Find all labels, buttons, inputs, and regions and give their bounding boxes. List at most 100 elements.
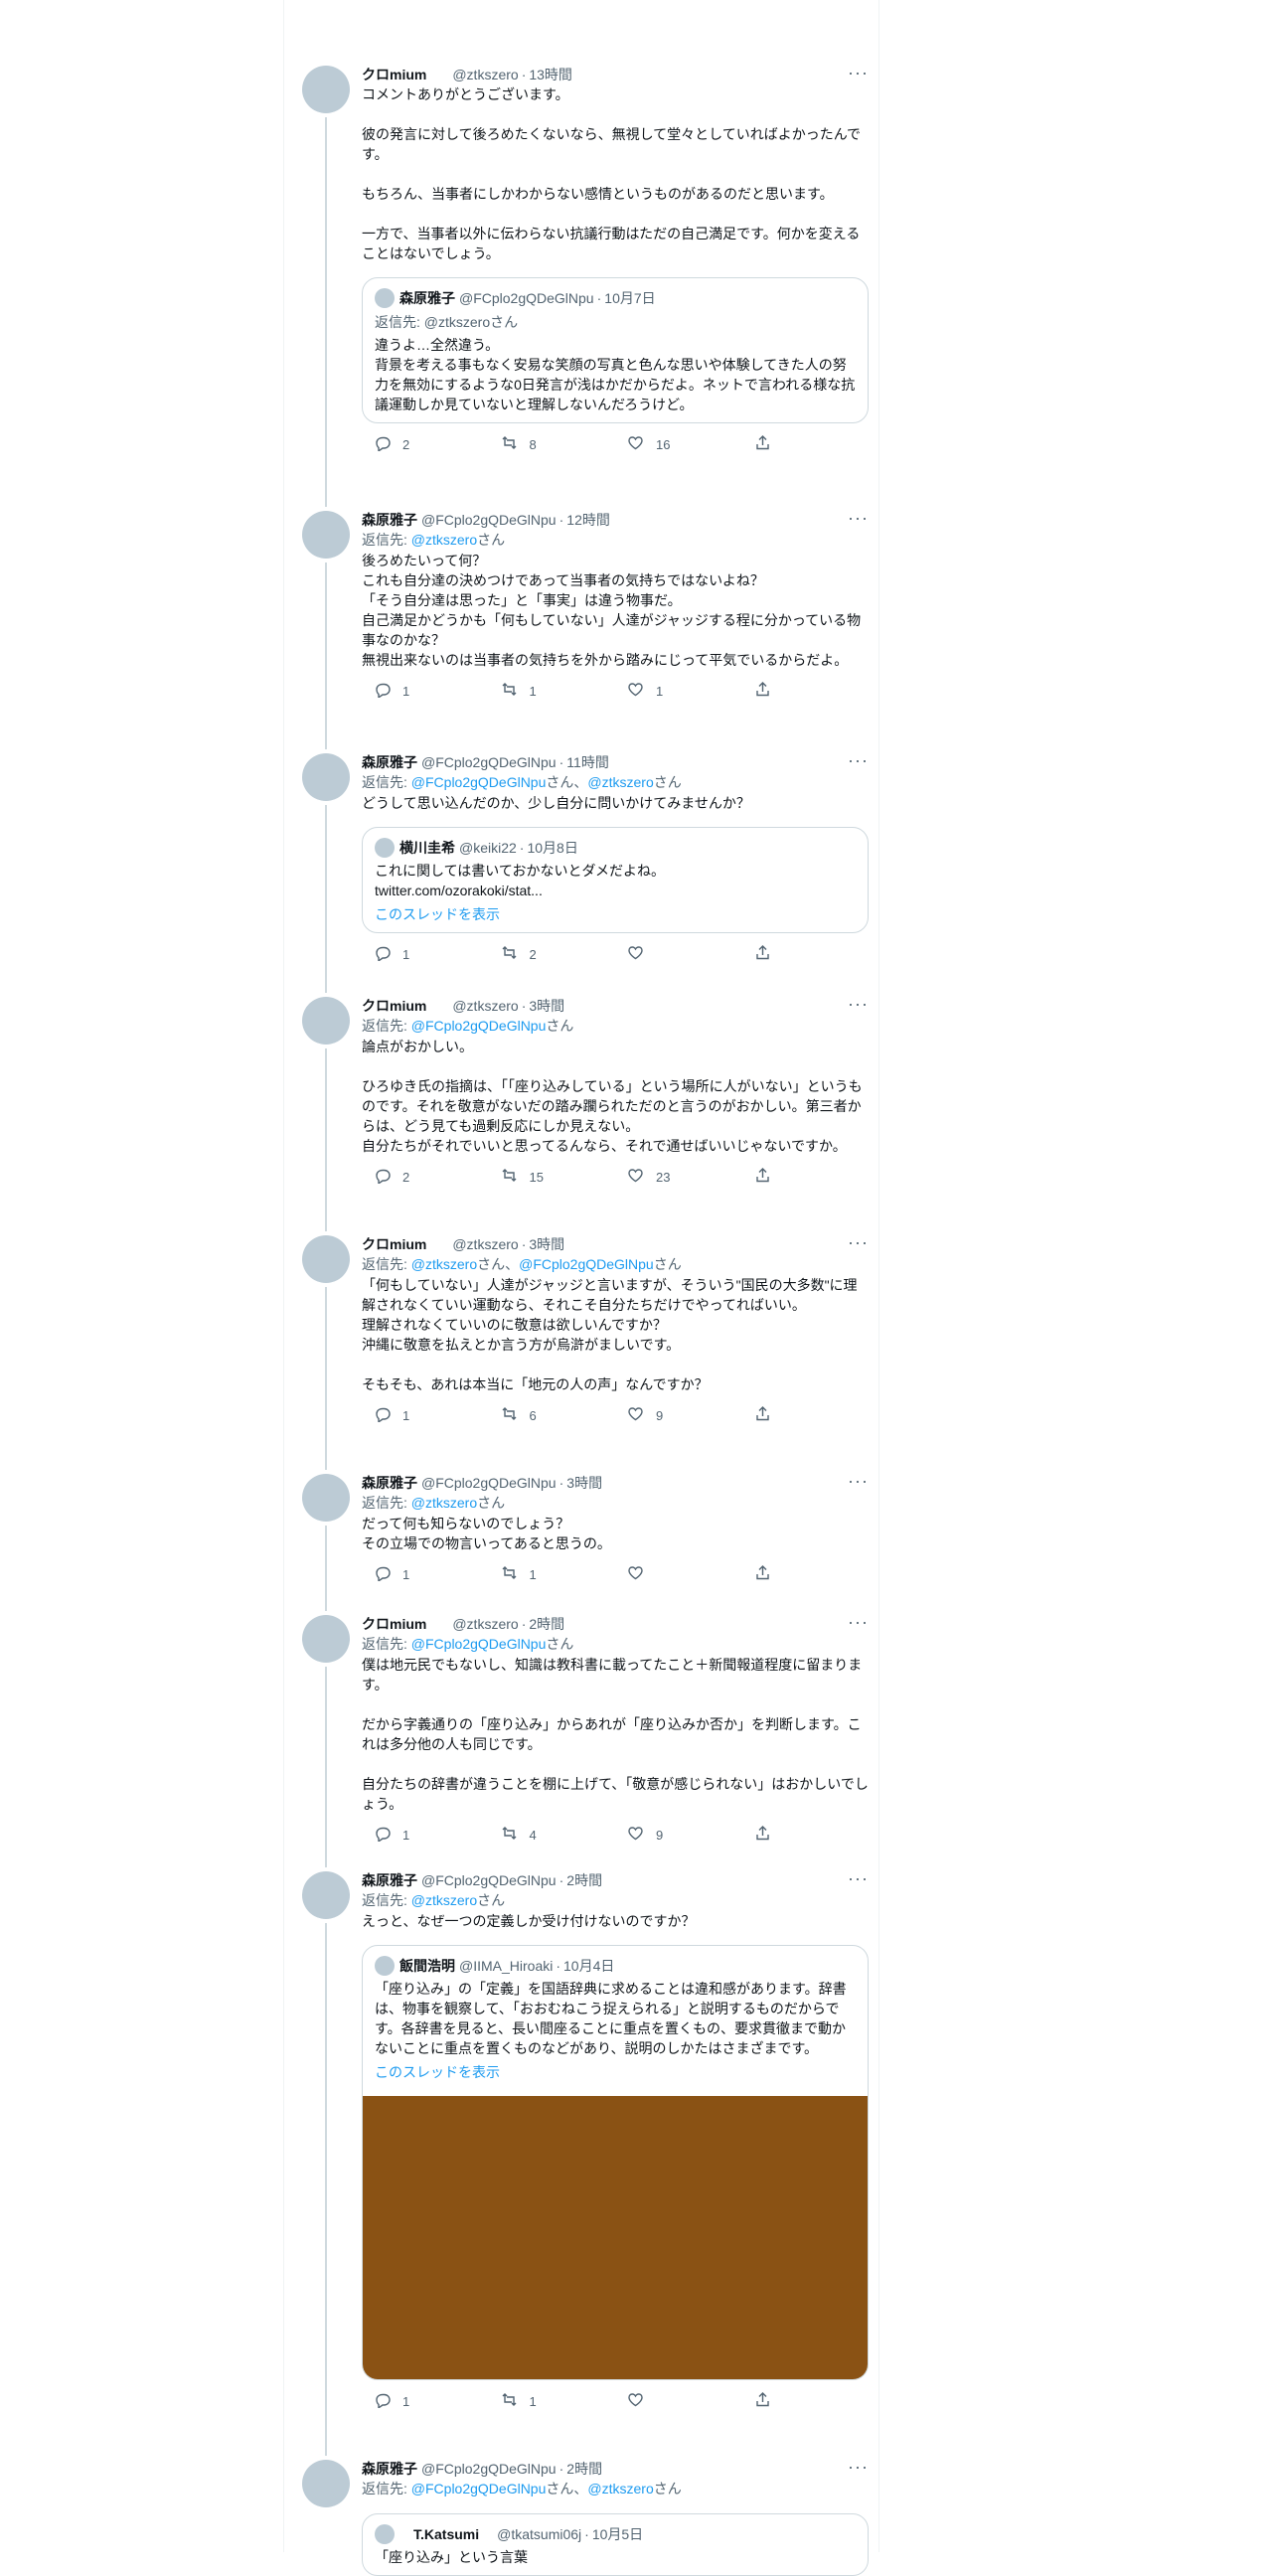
- show-thread-link[interactable]: このスレッドを表示: [375, 904, 856, 924]
- retweet-button[interactable]: 1: [489, 681, 616, 701]
- quoted-media[interactable]: [363, 2096, 868, 2379]
- author-handle[interactable]: @ztkszero: [452, 997, 518, 1016]
- author-name[interactable]: 森原雅子: [362, 1871, 417, 1890]
- quoted-tweet[interactable]: 横川圭希 @keiki22 · 10月8日 これに関しては書いておかないとダメだよね。 …: [362, 827, 869, 933]
- author-name[interactable]: 森原雅子: [362, 753, 417, 772]
- author-handle[interactable]: @FCplo2gQDeGlNpu: [421, 2460, 557, 2479]
- avatar[interactable]: [302, 1871, 350, 1919]
- reply-button[interactable]: 1: [362, 2391, 489, 2411]
- author-name[interactable]: クロmium: [362, 1615, 426, 1634]
- quoted-tweet[interactable]: 飯間浩明 @IIMA_Hiroaki · 10月4日 「座り込み」の「定義」を国語辞典に…: [362, 1945, 869, 2380]
- reply-to-link[interactable]: @FCplo2gQDeGlNpu: [519, 1256, 654, 1272]
- author-handle[interactable]: @FCplo2gQDeGlNpu: [421, 511, 557, 530]
- reply-to-link[interactable]: @FCplo2gQDeGlNpu: [411, 1636, 547, 1652]
- retweet-button[interactable]: 1: [489, 1564, 616, 1584]
- like-button[interactable]: 9: [615, 1405, 742, 1425]
- like-button[interactable]: 1: [615, 681, 742, 701]
- timestamp[interactable]: 12時間: [566, 511, 610, 530]
- reply-button[interactable]: 2: [362, 434, 489, 454]
- avatar[interactable]: [302, 2460, 350, 2507]
- share-button[interactable]: [742, 1825, 870, 1845]
- reply-button[interactable]: 2: [362, 1167, 489, 1187]
- timestamp[interactable]: 2時間: [529, 1615, 564, 1634]
- retweet-button[interactable]: 2: [489, 944, 616, 964]
- timestamp[interactable]: 2時間: [566, 2460, 602, 2479]
- like-button[interactable]: 16: [615, 434, 742, 454]
- more-icon[interactable]: ···: [848, 1471, 869, 1492]
- share-button[interactable]: [742, 681, 870, 701]
- like-button[interactable]: 23: [615, 1167, 742, 1187]
- reply-button[interactable]: 1: [362, 681, 489, 701]
- author-handle[interactable]: @ztkszero: [452, 66, 518, 84]
- avatar[interactable]: [302, 753, 350, 801]
- timestamp[interactable]: 2時間: [566, 1871, 602, 1890]
- avatar[interactable]: [302, 1235, 350, 1283]
- reply-to-link[interactable]: @ztkszero: [587, 774, 653, 790]
- author-handle[interactable]: @ztkszero: [452, 1615, 518, 1634]
- like-button[interactable]: [615, 2391, 742, 2411]
- retweet-button[interactable]: 1: [489, 2391, 616, 2411]
- share-button[interactable]: [742, 2391, 870, 2411]
- more-icon[interactable]: ···: [848, 994, 869, 1015]
- more-icon[interactable]: ···: [848, 2457, 869, 2478]
- quoted-text: これに関しては書いておかないとダメだよね。 twitter.com/ozorak…: [375, 863, 666, 898]
- retweet-button[interactable]: 15: [489, 1167, 616, 1187]
- retweet-button[interactable]: 8: [489, 434, 616, 454]
- timestamp[interactable]: 11時間: [566, 753, 609, 772]
- timestamp[interactable]: 3時間: [529, 997, 564, 1016]
- like-icon: [627, 944, 644, 964]
- reply-to-link[interactable]: @FCplo2gQDeGlNpu: [411, 1018, 547, 1034]
- author-name[interactable]: クロmium: [362, 66, 426, 84]
- author-name[interactable]: クロmium: [362, 997, 426, 1016]
- share-button[interactable]: [742, 944, 870, 964]
- reply-button[interactable]: 1: [362, 1825, 489, 1845]
- avatar[interactable]: [302, 997, 350, 1045]
- share-button[interactable]: [742, 1167, 870, 1187]
- quoted-tweet[interactable]: T.Katsumi @tkatsumi06j · 10月5日 「座り込み」という言葉: [362, 2513, 869, 2576]
- timestamp[interactable]: 3時間: [529, 1235, 564, 1254]
- retweet-button[interactable]: 6: [489, 1405, 616, 1425]
- reply-to-link[interactable]: @FCplo2gQDeGlNpu: [411, 774, 547, 790]
- share-button[interactable]: [742, 1405, 870, 1425]
- more-icon[interactable]: ···: [848, 1232, 869, 1253]
- author-handle[interactable]: @FCplo2gQDeGlNpu: [421, 753, 557, 772]
- reply-to-link[interactable]: @ztkszero: [411, 1256, 477, 1272]
- share-button[interactable]: [742, 1564, 870, 1584]
- avatar[interactable]: [302, 511, 350, 559]
- author-name[interactable]: 森原雅子: [362, 2460, 417, 2479]
- retweet-button[interactable]: 4: [489, 1825, 616, 1845]
- reply-button[interactable]: 1: [362, 1405, 489, 1425]
- more-icon[interactable]: ···: [848, 750, 869, 771]
- author-name[interactable]: 森原雅子: [362, 511, 417, 530]
- reply-to-link[interactable]: @FCplo2gQDeGlNpu: [411, 2481, 547, 2496]
- more-icon[interactable]: ···: [848, 1612, 869, 1633]
- like-button[interactable]: 9: [615, 1825, 742, 1845]
- avatar[interactable]: [302, 1615, 350, 1663]
- reply-count: 1: [402, 946, 410, 962]
- reply-to-link[interactable]: @ztkszero: [411, 1495, 477, 1511]
- timestamp[interactable]: 3時間: [566, 1474, 602, 1493]
- more-icon[interactable]: ···: [848, 63, 869, 83]
- author-handle[interactable]: @FCplo2gQDeGlNpu: [421, 1871, 557, 1890]
- quoted-author-name: 横川圭希: [399, 839, 455, 856]
- reply-to-link[interactable]: @ztkszero: [587, 2481, 653, 2496]
- author-handle[interactable]: @FCplo2gQDeGlNpu: [421, 1474, 557, 1493]
- reply-to-link[interactable]: @ztkszero: [411, 1892, 477, 1908]
- reply-button[interactable]: 1: [362, 944, 489, 964]
- share-button[interactable]: [742, 434, 870, 454]
- like-button[interactable]: [615, 1564, 742, 1584]
- author-handle[interactable]: @ztkszero: [452, 1235, 518, 1254]
- like-button[interactable]: [615, 944, 742, 964]
- author-name[interactable]: クロmium: [362, 1235, 426, 1254]
- more-icon[interactable]: ···: [848, 508, 869, 529]
- quoted-tweet[interactable]: 森原雅子 @FCplo2gQDeGlNpu · 10月7日 返信先: @ztkszero…: [362, 277, 869, 423]
- timestamp[interactable]: 13時間: [529, 66, 572, 84]
- more-icon[interactable]: ···: [848, 1868, 869, 1889]
- show-thread-link[interactable]: このスレッドを表示: [375, 2062, 856, 2082]
- author-name[interactable]: 森原雅子: [362, 1474, 417, 1493]
- reply-to-link[interactable]: @ztkszero: [411, 532, 477, 548]
- avatar[interactable]: [302, 1474, 350, 1522]
- reply-suffix: さん: [546, 2481, 574, 2496]
- reply-button[interactable]: 1: [362, 1564, 489, 1584]
- avatar[interactable]: [302, 66, 350, 113]
